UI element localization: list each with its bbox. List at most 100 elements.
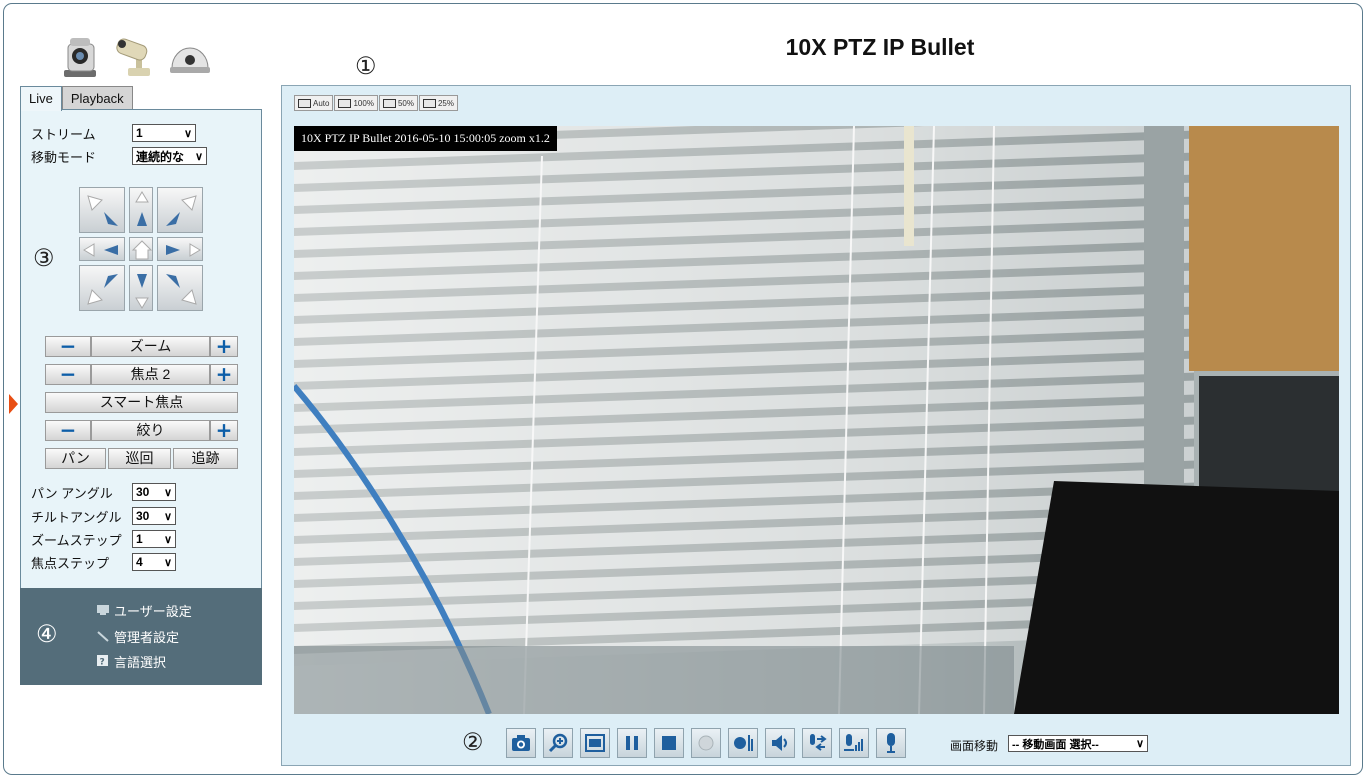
resize-icon xyxy=(298,98,311,108)
view-size-auto-button[interactable]: Auto xyxy=(294,95,334,111)
stream-select[interactable]: 1 ∨ xyxy=(132,124,196,142)
arrow-up-icon xyxy=(135,191,149,226)
svg-text:?: ? xyxy=(100,658,105,668)
focus-far-button[interactable]: + xyxy=(210,364,238,385)
zoom-out-button[interactable]: − xyxy=(45,336,91,357)
live-video-feed[interactable]: 10X PTZ IP Bullet 2016-05-10 15:00:05 zo… xyxy=(294,126,1339,714)
microphone-button[interactable] xyxy=(876,728,906,758)
move-mode-label: 移動モード xyxy=(31,149,97,165)
iris-open-button[interactable]: + xyxy=(210,420,238,441)
camera-type-icons xyxy=(60,30,212,78)
language-select-link[interactable]: ? 言語選択 xyxy=(96,651,166,671)
arrow-down-right-icon xyxy=(166,274,197,305)
marker-three: ③ xyxy=(33,244,55,272)
ptz-control-panel: ストリーム 1 ∨ 移動モード 連続的な ∨ ③ − ズーム + − 焦点 2 … xyxy=(20,109,262,589)
user-settings-link[interactable]: ユーザー設定 xyxy=(96,600,192,620)
stop-button[interactable] xyxy=(654,728,684,758)
marker-four: ④ xyxy=(36,620,58,648)
zoom-label: ズーム xyxy=(91,336,210,357)
marker-two: ② xyxy=(462,728,484,756)
ptz-right-button[interactable] xyxy=(157,237,203,261)
tilt-angle-row: チルトアングル 30 ∨ xyxy=(31,506,176,526)
ptz-direction-pad xyxy=(79,187,203,311)
arrow-down-left-icon xyxy=(87,274,118,305)
track-button[interactable]: 追跡 xyxy=(173,448,238,469)
arrow-up-right-icon xyxy=(166,195,197,226)
ptz-home-button[interactable] xyxy=(129,237,153,261)
chevron-down-icon: ∨ xyxy=(163,510,173,523)
tab-live[interactable]: Live xyxy=(20,86,62,111)
marker-one: ① xyxy=(355,52,377,80)
smart-focus-button[interactable]: スマート焦点 xyxy=(45,392,238,413)
pan-angle-row: パン アングル 30 ∨ xyxy=(31,482,176,502)
ptz-down-left-button[interactable] xyxy=(79,265,125,311)
screen-move-label: 画面移動 xyxy=(950,739,999,753)
view-size-auto-label: Auto xyxy=(313,98,330,108)
video-frame-image xyxy=(294,126,1339,714)
panel-collapse-arrow[interactable] xyxy=(9,394,18,414)
zoom-step-select[interactable]: 1 ∨ xyxy=(132,530,176,548)
pan-angle-label: パン アングル xyxy=(31,485,113,501)
ptz-up-left-button[interactable] xyxy=(79,187,125,233)
record-button[interactable] xyxy=(691,728,721,758)
ptz-up-right-button[interactable] xyxy=(157,187,203,233)
mode-tabs: Live Playback xyxy=(20,86,133,111)
resize-icon xyxy=(382,98,396,108)
chevron-down-icon: ∨ xyxy=(194,150,204,163)
snapshot-button[interactable] xyxy=(506,728,536,758)
focus-near-button[interactable]: − xyxy=(45,364,91,385)
view-size-buttons: Auto 100% 50% 25% xyxy=(294,95,458,111)
digital-zoom-button[interactable] xyxy=(543,728,573,758)
chevron-down-icon: ∨ xyxy=(1135,738,1145,750)
ptz-camera-icon[interactable] xyxy=(60,34,100,78)
bullet-camera-icon[interactable] xyxy=(114,34,154,78)
pause-button[interactable] xyxy=(617,728,647,758)
settings-panel: ④ ユーザー設定 管理者設定 ? 言語選択 xyxy=(20,588,262,685)
stop-icon xyxy=(662,736,676,750)
talk-button[interactable] xyxy=(802,728,832,758)
chevron-down-icon: ∨ xyxy=(163,486,173,499)
dome-camera-icon[interactable] xyxy=(168,34,212,78)
chevron-down-icon: ∨ xyxy=(163,556,173,569)
patrol-button[interactable]: 巡回 xyxy=(108,448,171,469)
view-size-100-button[interactable]: 100% xyxy=(334,95,378,111)
move-mode-value: 連続的な xyxy=(136,149,185,164)
video-toolbar xyxy=(506,727,906,759)
focus-step-select[interactable]: 4 ∨ xyxy=(132,553,176,571)
view-size-25-button[interactable]: 25% xyxy=(418,95,458,111)
view-size-50-button[interactable]: 50% xyxy=(378,95,418,111)
speaker-button[interactable] xyxy=(765,728,795,758)
tilt-angle-select[interactable]: 30 ∨ xyxy=(132,507,176,525)
zoom-in-button[interactable]: + xyxy=(210,336,238,357)
stream-row: ストリーム 1 ∨ xyxy=(31,123,196,143)
screen-move-select[interactable]: -- 移動画面 選択-- ∨ xyxy=(1008,735,1148,752)
iris-label: 絞り xyxy=(91,420,210,441)
camera-icon xyxy=(512,735,530,751)
tab-playback[interactable]: Playback xyxy=(61,86,133,110)
arrow-down-icon xyxy=(135,274,149,309)
audio-input-button[interactable] xyxy=(728,728,758,758)
ptz-down-button[interactable] xyxy=(129,265,153,311)
monitor-icon xyxy=(97,605,109,615)
iris-close-button[interactable]: − xyxy=(45,420,91,441)
ptz-left-button[interactable] xyxy=(79,237,125,261)
pan-button[interactable]: パン xyxy=(45,448,106,469)
microphone-icon xyxy=(887,733,895,753)
fullscreen-icon xyxy=(585,734,605,752)
resize-icon xyxy=(338,98,352,108)
pan-angle-select[interactable]: 30 ∨ xyxy=(132,483,176,501)
ptz-down-right-button[interactable] xyxy=(157,265,203,311)
zoom-step-row: ズームステップ 1 ∨ xyxy=(31,529,176,549)
tilt-angle-value: 30 xyxy=(136,509,150,523)
zoom-step-value: 1 xyxy=(136,532,143,546)
ptz-up-button[interactable] xyxy=(129,187,153,233)
admin-settings-link[interactable]: 管理者設定 xyxy=(96,626,179,646)
chevron-down-icon: ∨ xyxy=(163,533,173,546)
speaker-icon xyxy=(772,735,787,751)
volume-button[interactable] xyxy=(839,728,869,758)
fullscreen-button[interactable] xyxy=(580,728,610,758)
move-mode-select[interactable]: 連続的な ∨ xyxy=(132,147,207,165)
tilt-angle-label: チルトアングル xyxy=(31,509,122,525)
focus-step-value: 4 xyxy=(136,555,143,569)
focus-label: 焦点 2 xyxy=(91,364,210,385)
